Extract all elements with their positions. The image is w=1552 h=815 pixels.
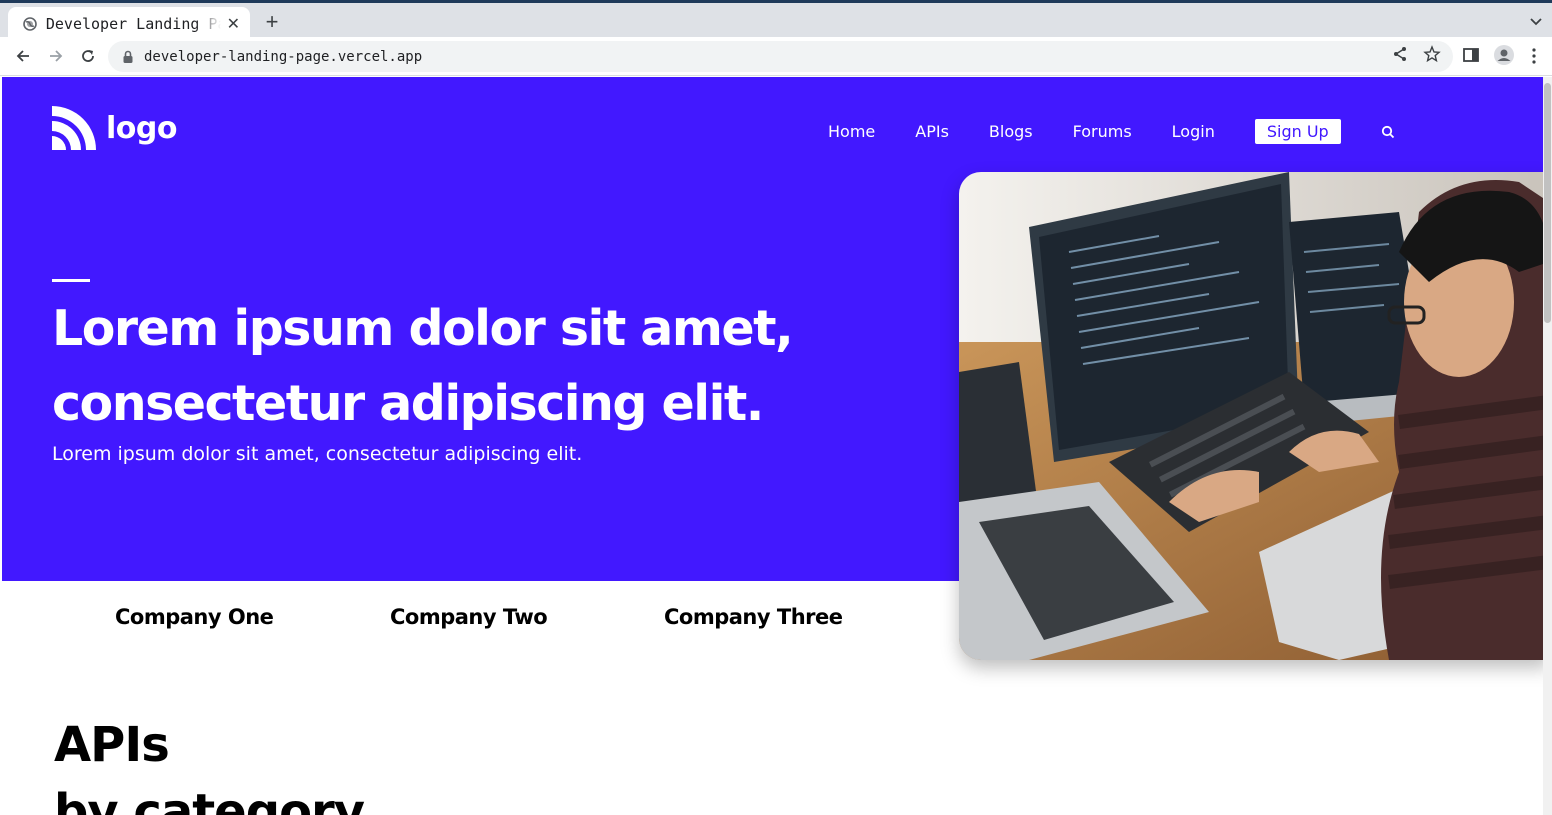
logo-text: logo — [106, 110, 177, 146]
browser-tab[interactable]: Developer Landing Page ✕ — [8, 7, 250, 40]
side-panel-icon[interactable] — [1462, 46, 1480, 64]
reload-icon — [82, 50, 94, 62]
url-text: developer-landing-page.vercel.app — [144, 48, 423, 65]
logo-mark-icon — [52, 106, 96, 150]
lock-icon — [122, 50, 134, 64]
close-tab-icon[interactable]: ✕ — [227, 14, 240, 34]
scrollbar-thumb[interactable] — [1544, 83, 1551, 323]
company-logo-3: Company Three — [664, 605, 843, 629]
page-viewport: logo Home APIs Blogs Forums Login Sign U… — [2, 77, 1552, 815]
browser-tab-bar: Developer Landing Page ✕ + — [0, 0, 1552, 40]
headline-line-1: Lorem ipsum dolor sit amet, — [52, 300, 794, 357]
forward-arrow-icon — [50, 50, 63, 62]
search-icon[interactable] — [1381, 125, 1395, 139]
tab-search-chevron-icon[interactable] — [1527, 12, 1545, 30]
more-menu-icon[interactable] — [1530, 47, 1548, 65]
main-nav: Home APIs Blogs Forums Login Sign Up — [828, 119, 1395, 144]
nav-forums[interactable]: Forums — [1073, 122, 1132, 141]
bookmark-star-icon[interactable] — [1423, 45, 1441, 63]
headline-line-2: consectetur adipiscing elit. — [52, 375, 764, 432]
profile-avatar-icon[interactable] — [1493, 44, 1515, 66]
back-arrow-icon — [16, 50, 29, 62]
nav-apis[interactable]: APIs — [915, 122, 949, 141]
page-scrollbar[interactable] — [1543, 77, 1552, 815]
hero-image — [959, 172, 1549, 660]
site-logo[interactable]: logo — [52, 106, 177, 150]
hero-subline: Lorem ipsum dolor sit amet, consectetur … — [52, 443, 583, 465]
headline-accent-bar — [52, 279, 90, 282]
company-logo-2: Company Two — [390, 605, 548, 629]
hero-headline: Lorem ipsum dolor sit amet, consectetur … — [52, 291, 812, 441]
sign-up-button[interactable]: Sign Up — [1254, 119, 1341, 144]
tab-title: Developer Landing Page — [45, 14, 221, 33]
back-button[interactable] — [12, 45, 34, 67]
company-strip: Company One Company Two Company Three — [2, 605, 942, 635]
apis-section-subtitle: by category — [54, 784, 365, 815]
globe-icon — [22, 16, 38, 32]
forward-button[interactable] — [45, 45, 67, 67]
new-tab-button[interactable]: + — [262, 10, 282, 34]
browser-toolbar: developer-landing-page.vercel.app — [0, 37, 1552, 76]
address-bar[interactable]: developer-landing-page.vercel.app — [108, 41, 1453, 72]
nav-home[interactable]: Home — [828, 122, 875, 141]
nav-login[interactable]: Login — [1172, 122, 1215, 141]
reload-button[interactable] — [77, 45, 99, 67]
apis-section-title: APIs — [54, 717, 170, 773]
company-logo-1: Company One — [115, 605, 274, 629]
share-icon[interactable] — [1391, 45, 1409, 63]
nav-blogs[interactable]: Blogs — [989, 122, 1033, 141]
